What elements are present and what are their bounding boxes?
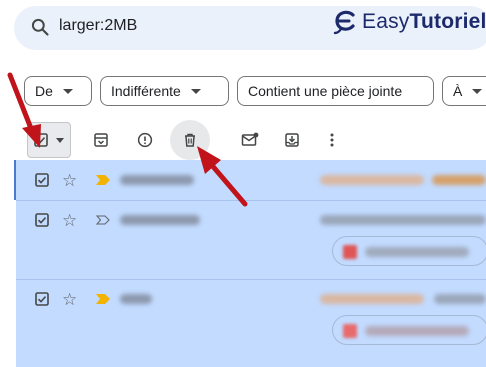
arrow-to-delete-icon [197,146,248,207]
annotation-arrows [7,72,248,207]
arrow-to-select-all-icon [7,72,41,148]
